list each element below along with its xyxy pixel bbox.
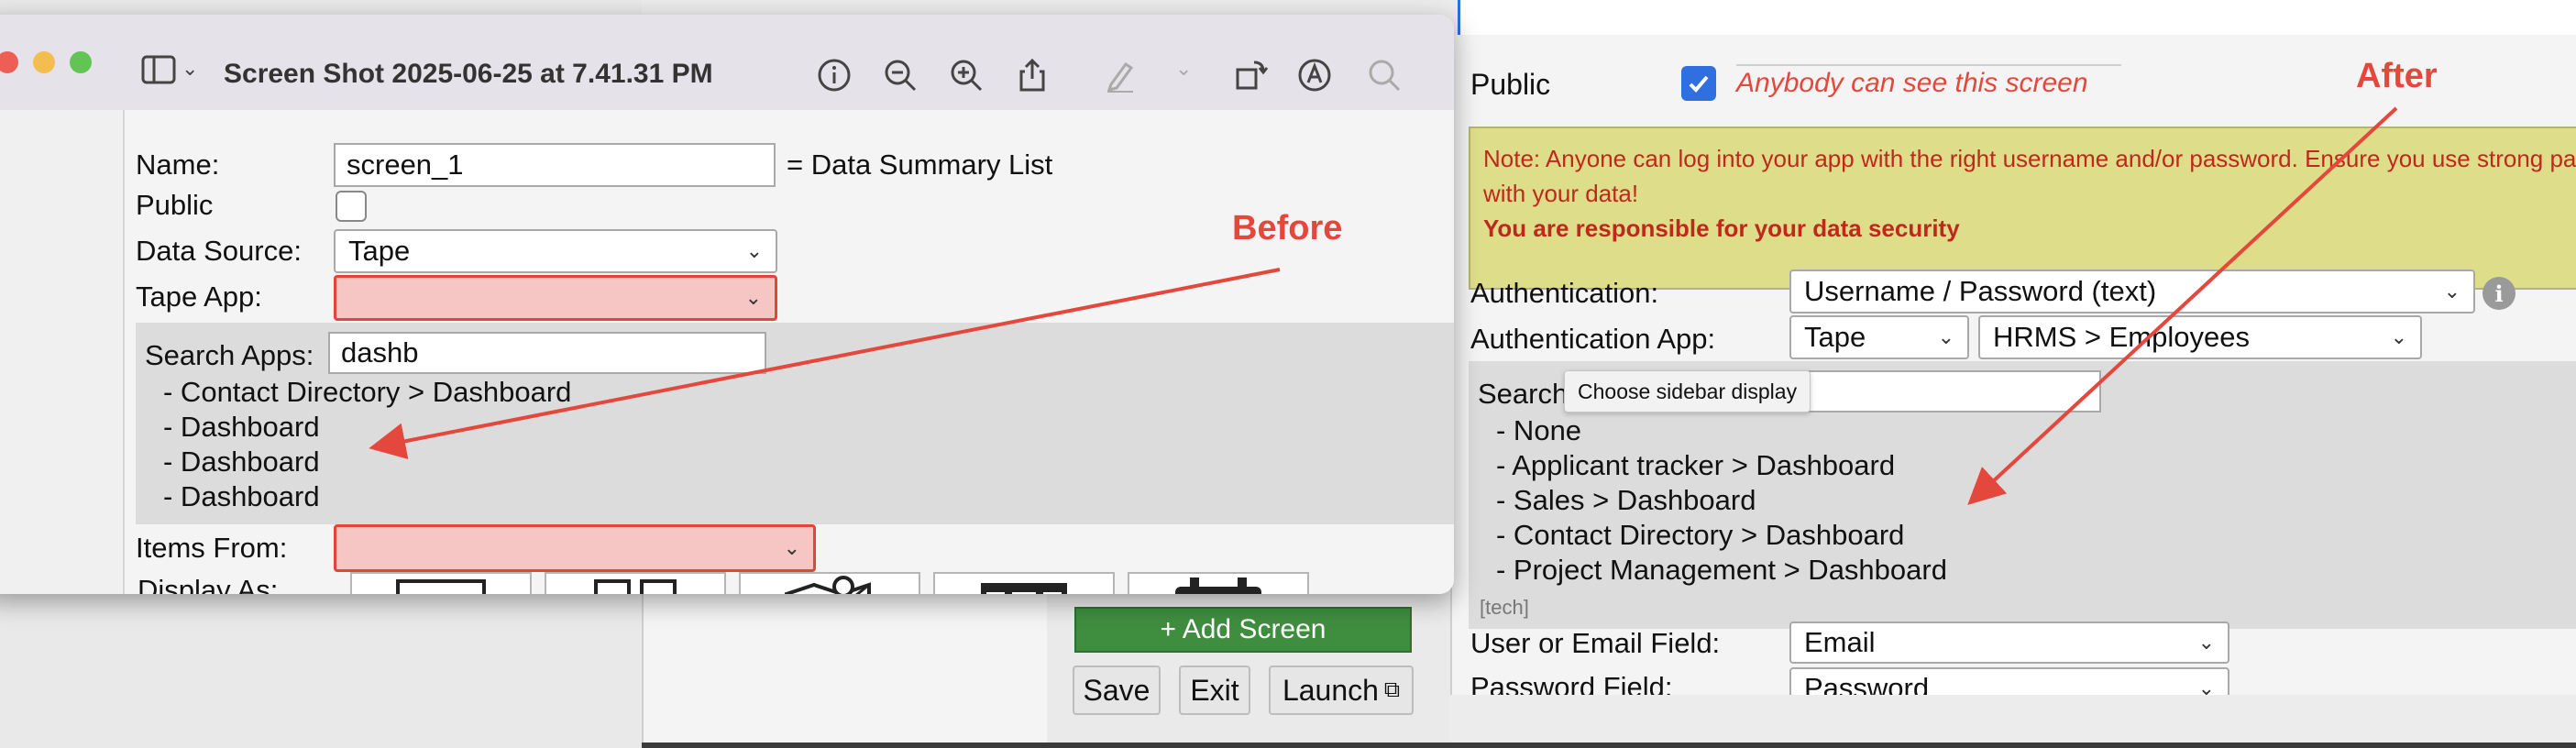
after-arrow	[1967, 106, 2398, 505]
annotation-arrows	[369, 106, 2398, 505]
before-arrow	[369, 268, 1281, 460]
